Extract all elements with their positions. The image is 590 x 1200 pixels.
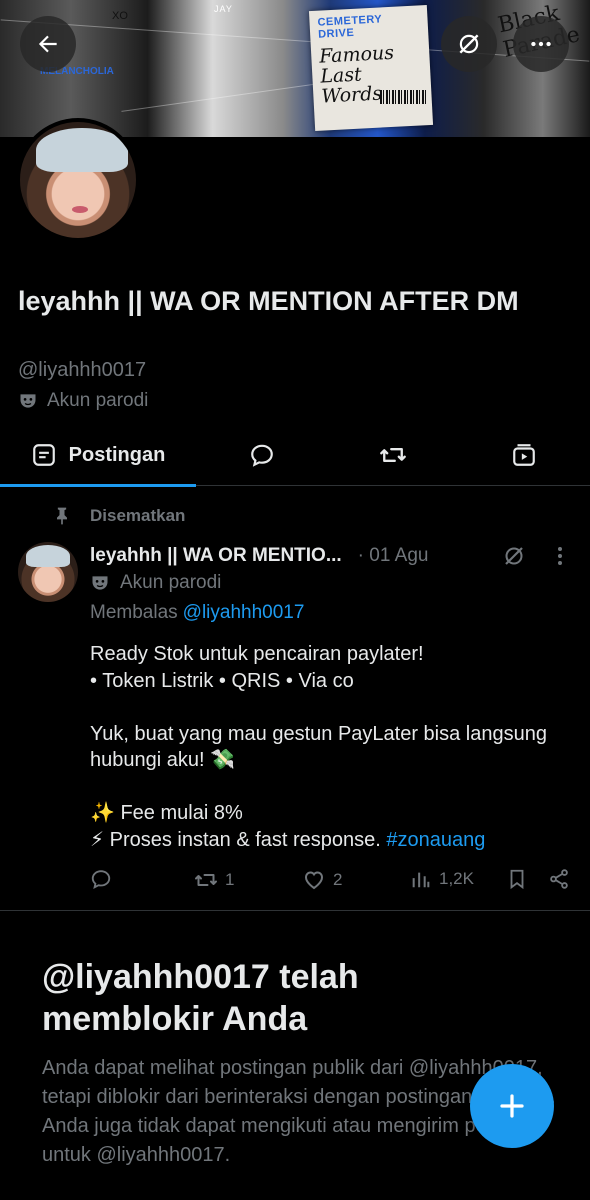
repost-count: 1	[225, 870, 235, 889]
tab-media[interactable]	[458, 424, 590, 486]
tab-reposts[interactable]	[327, 424, 458, 486]
pinned-indicator: Disematkan	[52, 506, 185, 526]
reply-button[interactable]	[90, 868, 112, 890]
post-parody-badge: Akun parodi	[90, 572, 221, 594]
plus-icon	[500, 1094, 524, 1118]
grok-icon	[459, 34, 479, 54]
tab-posts[interactable]: Postingan	[0, 424, 196, 487]
heart-icon	[304, 871, 324, 890]
reply-prefix: Membalas	[90, 602, 178, 623]
replies-icon	[250, 444, 273, 467]
banner-text-jay: JAY	[214, 4, 233, 14]
post-line: • Token Listrik • QRIS • Via co	[90, 669, 354, 692]
posts-icon	[32, 444, 55, 466]
profile-handle: @liyahhh0017	[18, 359, 147, 381]
profile-tabs: Postingan	[0, 424, 590, 487]
post-avatar[interactable]	[18, 542, 78, 602]
post-header: leyahhh || WA OR MENTIO... · 01 Agu	[90, 542, 580, 570]
repost-button[interactable]: 1	[194, 868, 234, 892]
media-icon	[513, 444, 535, 466]
share-button[interactable]	[548, 868, 570, 890]
post-line: Yuk, buat yang mau gestun PayLater bisa …	[90, 722, 547, 772]
post-line-with-hashtag: ⚡ Proses instan & fast response. #zonaua…	[90, 827, 570, 854]
post-actions: 1 2 1,2K	[90, 868, 580, 898]
post-text: Ready Stok untuk pencairan paylater! • T…	[90, 641, 570, 853]
reply-context: Membalas @liyahhh0017	[90, 602, 304, 624]
reply-icon	[91, 870, 111, 889]
tab-posts-label: Postingan	[68, 443, 166, 466]
view-count: 1,2K	[439, 869, 474, 888]
pin-icon	[57, 507, 67, 525]
compose-post-button[interactable]	[470, 1064, 554, 1148]
grok-button[interactable]	[441, 16, 497, 72]
reply-mention-link[interactable]: @liyahhh0017	[183, 602, 305, 623]
post-line: ✨ Fee mulai 8%	[90, 802, 243, 824]
share-icon	[550, 869, 568, 889]
back-button[interactable]	[20, 16, 76, 72]
post-date[interactable]: · 01 Agu	[358, 545, 429, 567]
banner-card-title: CEMETERY DRIVE	[317, 13, 383, 41]
post-parody-label: Akun parodi	[120, 572, 222, 593]
like-count: 2	[333, 870, 343, 889]
reposts-icon	[379, 448, 406, 462]
repost-icon	[195, 874, 217, 886]
hashtag-link[interactable]: #zonauang	[386, 829, 485, 851]
views-button[interactable]: 1,2K	[410, 868, 474, 890]
banner-text-xo: XO	[112, 10, 128, 22]
mask-icon	[92, 576, 108, 590]
profile-banner[interactable]: XO JAY MELANCHOLIA CEMETERY DRIVE Famous…	[0, 0, 590, 137]
mask-icon	[20, 394, 36, 408]
profile-avatar[interactable]	[16, 118, 140, 242]
banner-card: CEMETERY DRIVE Famous Last Words	[308, 4, 434, 132]
more-vertical-icon[interactable]	[552, 544, 568, 568]
post-line: Ready Stok untuk pencairan paylater!	[90, 643, 424, 665]
post-author[interactable]: leyahhh || WA OR MENTIO...	[90, 545, 342, 567]
parody-label: Akun parodi	[47, 390, 149, 411]
pinned-label: Disematkan	[90, 506, 186, 525]
post-line: ⚡ Proses instan & fast response.	[90, 828, 381, 851]
bookmark-button[interactable]	[506, 868, 528, 890]
tab-replies[interactable]	[196, 424, 327, 486]
grok-icon[interactable]	[502, 544, 526, 568]
like-button[interactable]: 2	[302, 868, 342, 892]
profile-name: leyahhh || WA OR MENTION AFTER DM	[18, 286, 519, 316]
parody-badge: Akun parodi	[18, 390, 148, 412]
blocked-title: @liyahhh0017 telah memblokir Anda	[42, 958, 359, 1038]
more-options-button[interactable]	[513, 16, 569, 72]
bar-chart-icon	[412, 872, 430, 888]
bookmark-icon	[510, 869, 524, 890]
more-horizontal-icon	[531, 41, 551, 47]
arrow-left-icon	[38, 35, 57, 53]
banner-barcode	[380, 90, 428, 104]
section-divider	[0, 910, 590, 911]
